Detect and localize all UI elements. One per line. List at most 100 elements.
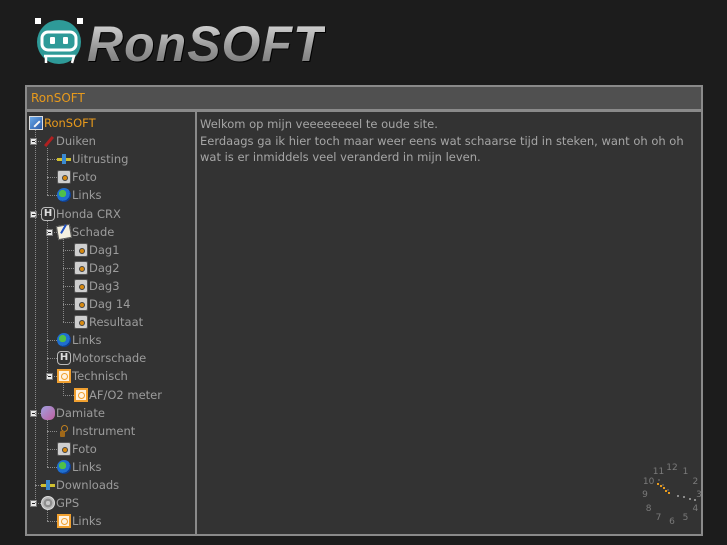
tree-connector [47, 466, 57, 468]
clock-second-hand [662, 484, 665, 486]
analog-clock-widget: 12 1 2 3 4 5 6 7 8 9 10 11 [638, 460, 702, 530]
clock-numeral: 2 [692, 476, 699, 487]
tree-node[interactable]: Duiken [41, 132, 96, 150]
tree-node[interactable]: Dag2 [74, 259, 120, 277]
tree-node[interactable]: Dag3 [74, 277, 120, 295]
damage-report-icon [55, 223, 73, 240]
tree-node-label[interactable]: Duiken [56, 134, 96, 148]
camera-icon [57, 441, 71, 456]
tree-node-label[interactable]: Dag1 [89, 243, 120, 257]
tree-connector [35, 130, 36, 504]
tree-connector [47, 419, 48, 467]
damiate-icon [41, 405, 55, 420]
intro-paragraph: Eerdaags ga ik hier toch maar weer eens … [200, 133, 684, 165]
clock-numeral: 1 [682, 466, 689, 477]
tree-node[interactable]: AF/O2 meter [74, 386, 162, 404]
tree-connector [47, 148, 48, 196]
tree-connector [47, 159, 57, 161]
tree-node-label[interactable]: Motorschade [72, 351, 146, 365]
tree-node[interactable]: Links [57, 458, 102, 476]
globe-icon [57, 188, 71, 203]
tree-connector [63, 383, 64, 395]
instrument-icon [57, 424, 71, 438]
tree-node-label[interactable]: Dag3 [89, 279, 120, 293]
frame-title: RonSOFT [27, 87, 701, 112]
tree-node[interactable]: Resultaat [74, 313, 143, 331]
tree-connector [63, 304, 74, 305]
clock-hour-hand [668, 491, 671, 494]
tree-node-label[interactable]: GPS [56, 496, 79, 510]
tree-node[interactable]: Links [57, 331, 102, 349]
camera-icon [57, 170, 71, 185]
tree-node-label[interactable]: Downloads [56, 478, 119, 492]
honda-icon: H [57, 351, 71, 366]
equipment-icon [41, 478, 55, 492]
tree-node[interactable]: Foto [57, 168, 97, 186]
tree-node[interactable]: Dag 14 [74, 295, 131, 313]
tree-node-label[interactable]: RonSOFT [44, 116, 96, 130]
tree-connector [63, 285, 74, 287]
tree-connector [47, 448, 57, 450]
tree-connector [63, 394, 74, 396]
camera-icon [74, 260, 88, 275]
tree-node-label[interactable]: Dag 14 [89, 297, 131, 311]
tree-node-label[interactable]: Dag2 [89, 261, 120, 275]
welcome-line: Welkom op mijn veeeeeeeel te oude site. [200, 117, 438, 131]
tree-node-label[interactable]: Instrument [72, 424, 135, 438]
tree-connector [63, 249, 74, 251]
camera-icon [74, 315, 88, 330]
tree-node-label[interactable]: Links [72, 460, 102, 474]
orange-page-icon [57, 514, 71, 529]
tree-node-label[interactable]: Resultaat [89, 315, 143, 329]
gps-icon [41, 496, 55, 511]
tree-node-label[interactable]: Technisch [72, 369, 128, 383]
tree-node-label[interactable]: Honda CRX [56, 207, 121, 221]
orange-page-icon [57, 369, 71, 384]
tree-node[interactable]: Downloads [41, 476, 119, 494]
globe-icon [57, 459, 71, 474]
clock-numeral: 4 [692, 503, 699, 514]
orange-page-icon [74, 387, 88, 402]
tree-node[interactable]: Damiate [41, 404, 105, 422]
clock-second-hand [666, 489, 669, 491]
tree-node[interactable]: Foto [57, 440, 97, 458]
tree-node[interactable]: Dag1 [74, 241, 120, 259]
camera-icon [74, 242, 88, 257]
tree-node-label[interactable]: Links [72, 188, 102, 202]
tree-node-label[interactable]: Links [72, 514, 102, 528]
tree-node[interactable]: Schade [55, 223, 114, 241]
tree-node-label[interactable]: Uitrusting [72, 152, 128, 166]
tree-node-label[interactable]: Foto [72, 170, 97, 184]
tree-node[interactable]: Uitrusting [57, 150, 128, 168]
tree-node[interactable]: H Honda CRX [41, 205, 121, 223]
tree-connector [47, 430, 57, 432]
tree-node[interactable]: Technisch [57, 367, 128, 385]
camera-icon [74, 278, 88, 293]
logo-text: RonSOFT [87, 16, 325, 72]
clock-numeral: 11 [652, 466, 665, 477]
tree-node[interactable]: H Motorschade [57, 349, 146, 367]
tree-connector [47, 220, 48, 377]
clock-numeral: 6 [669, 517, 675, 527]
equipment-icon [57, 152, 71, 166]
root-pencil-icon [29, 116, 43, 130]
site-logo[interactable]: RonSOFT [32, 14, 354, 72]
tree-node-label[interactable]: Damiate [56, 406, 105, 420]
tree-connector [63, 267, 74, 269]
tree-node[interactable]: Links [57, 512, 102, 530]
content-pane: Welkom op mijn veeeeeeeel te oude site. … [197, 112, 701, 534]
tree-node-label[interactable]: Links [72, 333, 102, 347]
tree-node[interactable]: Instrument [57, 422, 135, 440]
clock-hour-hand [656, 482, 659, 485]
clock-numeral: 10 [642, 476, 655, 487]
tree-node[interactable]: Links [57, 186, 102, 204]
clock-minute-hand [694, 498, 697, 501]
tree-node-label[interactable]: AF/O2 meter [89, 388, 162, 402]
tree-connector [63, 238, 64, 323]
tree-node-label[interactable]: Foto [72, 442, 97, 456]
tree-node-label[interactable]: Schade [72, 225, 114, 239]
tree-node[interactable]: RonSOFT [29, 114, 96, 132]
main-frame: RonSOFT RonSOFT Duiken Uitrusting Foto Links… [25, 85, 703, 536]
clock-second-hand [657, 479, 660, 482]
tree-connector [47, 177, 57, 179]
